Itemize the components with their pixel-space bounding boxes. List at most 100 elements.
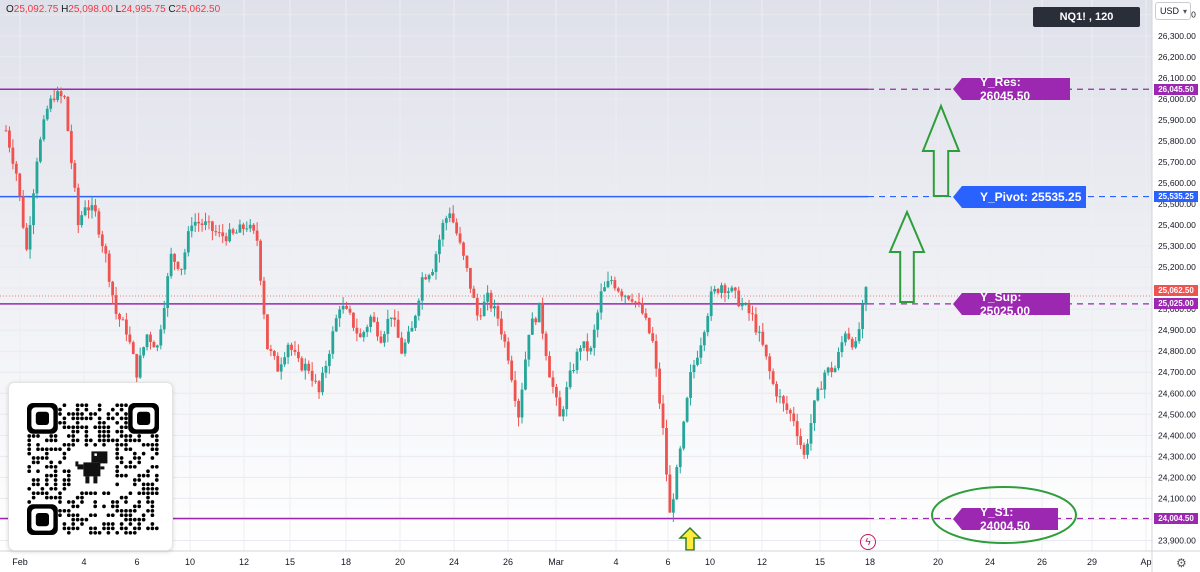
currency-select[interactable]: USD ▾ <box>1155 2 1191 20</box>
candle-body <box>21 196 25 228</box>
level-tag[interactable]: Y_Res: 26045.50 <box>953 75 1070 103</box>
candle-body <box>727 291 730 293</box>
candle-body <box>678 448 682 468</box>
level-tag[interactable]: Y_Pivot: 25535.25 <box>953 185 1086 208</box>
time-axis[interactable]: Feb 4 6 10 12 15 18 20 24 26 Mar 4 6 10 12 15 18 20 24 26 29… <box>12 557 1151 567</box>
candle-body <box>469 268 472 289</box>
candle-body <box>14 163 18 174</box>
candle-body <box>689 372 692 398</box>
candle-body <box>142 347 145 356</box>
candle-body <box>499 318 503 335</box>
candle-body <box>69 131 73 164</box>
time-tick-label: 6 <box>665 557 670 567</box>
candle-body <box>376 321 379 337</box>
candle-body <box>520 389 524 418</box>
candle-body <box>720 285 723 293</box>
candle-body <box>654 341 658 369</box>
candle-body <box>180 268 183 270</box>
candle-body <box>778 396 782 398</box>
candle-body <box>465 255 469 269</box>
candle-body <box>300 358 304 371</box>
price-tick-label: 25,800.00 <box>1158 136 1196 146</box>
candle-body <box>665 427 668 475</box>
candle-body <box>39 139 42 162</box>
candle-body <box>11 147 15 164</box>
candle-body <box>482 301 486 316</box>
candle-body <box>159 329 163 346</box>
time-tick-label: Ap <box>1140 557 1151 567</box>
candle-body <box>847 333 851 339</box>
candle-body <box>417 300 421 316</box>
level-axis-label: 25,025.00 <box>1154 298 1198 310</box>
candle-body <box>276 355 280 372</box>
candle-body <box>145 334 149 348</box>
candle-body <box>513 380 517 401</box>
candle-body <box>493 306 496 309</box>
candle-body <box>730 287 734 292</box>
candle-body <box>396 319 400 338</box>
candle-body <box>169 253 173 277</box>
time-tick-label: 24 <box>985 557 995 567</box>
candle-body <box>479 315 483 317</box>
level-axis-label: 24,004.50 <box>1154 513 1198 524</box>
candle-body <box>269 349 273 351</box>
candle-body <box>823 372 827 390</box>
candle-body <box>819 388 823 390</box>
candle-body <box>73 163 77 188</box>
candle-body <box>334 318 338 332</box>
candle-body <box>744 303 747 305</box>
candle-body <box>517 400 520 418</box>
candle-body <box>90 205 94 211</box>
low-value: 24,995.75 <box>121 4 166 15</box>
time-tick-label: 4 <box>613 557 618 567</box>
level-tag[interactable]: Y_S1: 24004.50 <box>953 505 1058 533</box>
candle-body <box>407 331 410 343</box>
candle-body <box>286 344 290 358</box>
lightning-icon[interactable]: ϟ <box>860 534 876 550</box>
level-tag[interactable]: Y_Sup: 25025.00 <box>953 290 1070 318</box>
candle-body <box>221 232 225 237</box>
candle-body <box>775 383 778 397</box>
candle-body <box>331 331 335 354</box>
candle-body <box>568 370 572 388</box>
candle-body <box>83 207 87 216</box>
candle-body <box>706 316 710 333</box>
time-tick-label: 20 <box>395 557 405 567</box>
candle-body <box>503 334 507 342</box>
candle-body <box>321 372 324 393</box>
candle-body <box>25 227 29 250</box>
candle-body <box>782 396 785 404</box>
candle-body <box>200 223 204 226</box>
candle-body <box>107 253 111 282</box>
price-tick-label: 25,700.00 <box>1158 157 1196 167</box>
candle-body <box>293 349 297 352</box>
candle-body <box>197 221 201 224</box>
candle-body <box>475 297 479 316</box>
candle-body <box>534 318 538 323</box>
qr-code-card[interactable] <box>8 382 173 551</box>
candle-body <box>764 344 768 357</box>
candle-body <box>799 436 803 445</box>
gear-icon[interactable]: ⚙ <box>1176 556 1187 570</box>
candle-body <box>217 232 221 234</box>
candle-body <box>785 403 789 411</box>
candle-body <box>589 347 593 352</box>
candle-body <box>128 334 132 343</box>
candle-body <box>850 338 854 348</box>
candle-body <box>613 280 617 289</box>
candle-body <box>565 387 569 410</box>
candle-body <box>125 319 128 335</box>
candle-body <box>647 317 651 334</box>
candle-body <box>235 232 238 234</box>
time-tick-label: 12 <box>239 557 249 567</box>
candle-body <box>94 205 97 212</box>
candle-body <box>121 319 125 321</box>
candle-body <box>696 357 699 365</box>
level-axis-label: 26,045.50 <box>1154 83 1198 95</box>
time-tick-label: 26 <box>503 557 513 567</box>
candle-body <box>135 354 139 378</box>
candle-body <box>737 290 741 307</box>
candle-body <box>383 333 386 343</box>
candle-body <box>317 381 321 393</box>
symbol-badge[interactable]: NQ1! , 120 <box>1033 7 1140 27</box>
